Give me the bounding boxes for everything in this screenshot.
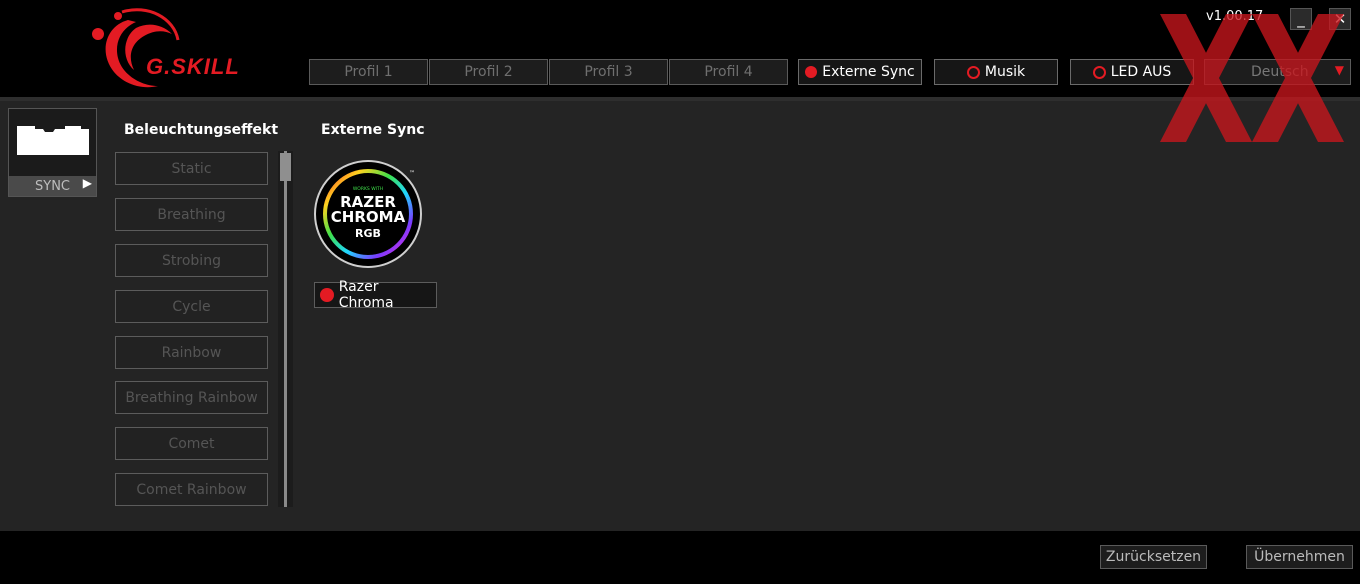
tab-label: Profil 2	[464, 64, 513, 80]
device-label-text: SYNC	[35, 178, 70, 194]
inactive-ring-icon	[1092, 65, 1106, 79]
reset-label: Zurücksetzen	[1105, 549, 1202, 565]
tab-label: Musik	[984, 64, 1026, 80]
badge-tm: ™	[409, 170, 415, 177]
inactive-ring-icon	[966, 65, 980, 79]
tab-label: Profil 4	[704, 64, 753, 80]
sync-title: Externe Sync	[321, 122, 425, 138]
active-dot-icon	[320, 288, 334, 302]
badge-rgb: RGB	[355, 227, 381, 240]
effect-rainbow-button[interactable]: Rainbow	[115, 336, 268, 369]
effect-label: Breathing	[157, 206, 226, 223]
effect-label: Rainbow	[161, 344, 222, 361]
effect-label: Static	[171, 160, 212, 177]
tab-musik[interactable]: Musik	[934, 59, 1058, 85]
effect-label: Strobing	[162, 252, 221, 269]
tab-externe-sync[interactable]: Externe Sync	[798, 59, 922, 85]
apply-label: Übernehmen	[1254, 549, 1345, 565]
ram-module-icon	[17, 126, 89, 155]
effect-cycle-button[interactable]: Cycle	[115, 290, 268, 323]
tab-label: Profil 3	[584, 64, 633, 80]
tab-profil-4[interactable]: Profil 4	[669, 59, 788, 85]
scroll-thumb[interactable]	[280, 153, 291, 181]
effect-breathing-button[interactable]: Breathing	[115, 198, 268, 231]
logo-text: G.SKILL	[146, 54, 240, 79]
badge-works-with: WORKS WITH	[353, 186, 383, 192]
razer-chroma-badge-icon: WORKS WITH RAZER CHROMA RGB ™	[314, 160, 422, 268]
effect-label: Cycle	[172, 298, 211, 315]
effect-label: Comet Rainbow	[136, 481, 247, 498]
effect-label: Breathing Rainbow	[125, 389, 258, 406]
effects-scrollbar[interactable]	[278, 151, 293, 507]
effect-strobing-button[interactable]: Strobing	[115, 244, 268, 277]
device-image	[9, 109, 96, 176]
tab-label: Profil 1	[344, 64, 393, 80]
tab-profil-1[interactable]: Profil 1	[309, 59, 428, 85]
effect-comet-rainbow-button[interactable]: Comet Rainbow	[115, 473, 268, 506]
device-sync-card[interactable]: SYNC ▶	[8, 108, 97, 197]
razer-chroma-label: Razer Chroma	[338, 279, 394, 311]
scroll-track	[284, 151, 287, 507]
xx-watermark-icon	[1160, 14, 1344, 142]
reset-button[interactable]: Zurücksetzen	[1100, 545, 1207, 569]
apply-button[interactable]: Übernehmen	[1246, 545, 1353, 569]
gskill-logo-icon	[92, 8, 180, 88]
tab-profil-3[interactable]: Profil 3	[549, 59, 668, 85]
triangle-right-icon: ▶	[82, 176, 92, 190]
razer-chroma-toggle[interactable]: Razer Chroma	[314, 279, 437, 311]
effect-label: Comet	[168, 435, 215, 452]
active-dot-icon	[805, 66, 818, 78]
tab-label: Externe Sync	[822, 64, 915, 80]
effect-static-button[interactable]: Static	[115, 152, 268, 185]
effects-title: Beleuchtungseffekt	[124, 122, 279, 138]
effect-breathing-rainbow-button[interactable]: Breathing Rainbow	[115, 381, 268, 414]
device-label: SYNC ▶	[9, 176, 96, 196]
badge-chroma: CHROMA	[331, 208, 406, 226]
effect-comet-button[interactable]: Comet	[115, 427, 268, 460]
tab-profil-2[interactable]: Profil 2	[429, 59, 548, 85]
